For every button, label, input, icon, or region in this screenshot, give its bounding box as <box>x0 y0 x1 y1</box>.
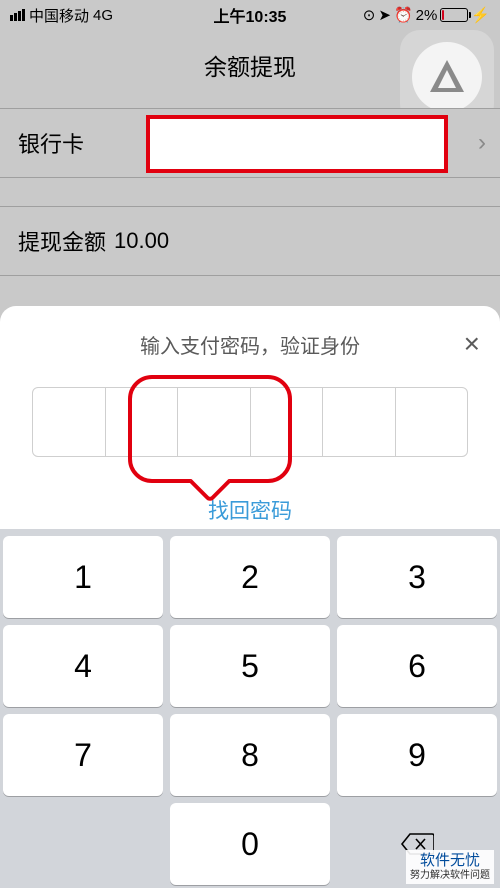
amount-label: 提现金额 <box>18 225 114 257</box>
key-empty <box>3 803 163 885</box>
location-icon: ➤ <box>378 6 391 24</box>
key-5[interactable]: 5 <box>170 625 330 707</box>
signal-icon <box>10 9 25 21</box>
key-2[interactable]: 2 <box>170 536 330 618</box>
status-left: 中国移动 4G <box>10 5 113 26</box>
pwd-cell-5 <box>323 388 396 456</box>
status-right: ⊙ ➤ ⏰ 2% ⚡ <box>363 6 490 24</box>
key-8[interactable]: 8 <box>170 714 330 796</box>
status-time: 上午10:35 <box>214 3 287 27</box>
bankcard-highlight-annotation <box>146 115 448 173</box>
alarm-icon: ⏰ <box>394 6 413 24</box>
watermark: 软件无忧 努力解决软件问题 <box>406 850 494 884</box>
modal-title: 输入支付密码，验证身份 <box>0 330 500 359</box>
key-3[interactable]: 3 <box>337 536 497 618</box>
pwd-cell-2 <box>106 388 179 456</box>
bankcard-row[interactable]: 银行卡 › <box>0 108 500 178</box>
pwd-cell-1 <box>33 388 106 456</box>
pwd-cell-4 <box>251 388 324 456</box>
carrier-name: 中国移动 <box>29 5 89 26</box>
key-0[interactable]: 0 <box>170 803 330 885</box>
battery-pct: 2% <box>416 7 438 24</box>
app-logo-icon <box>412 42 482 112</box>
key-9[interactable]: 9 <box>337 714 497 796</box>
watermark-line1: 软件无忧 <box>410 852 490 870</box>
chevron-right-icon: › <box>478 129 486 157</box>
network-type: 4G <box>93 7 113 24</box>
close-button[interactable]: × <box>464 328 480 360</box>
bankcard-label: 银行卡 <box>18 127 114 159</box>
password-modal: 输入支付密码，验证身份 × 找回密码 1 2 3 4 5 6 7 8 9 0 <box>0 306 500 888</box>
password-input[interactable] <box>32 387 468 457</box>
key-1[interactable]: 1 <box>3 536 163 618</box>
pwd-cell-6 <box>396 388 468 456</box>
numeric-keypad: 1 2 3 4 5 6 7 8 9 0 <box>0 529 500 888</box>
watermark-line2: 努力解决软件问题 <box>410 870 490 882</box>
key-6[interactable]: 6 <box>337 625 497 707</box>
amount-row[interactable]: 提现金额 10.00 <box>0 206 500 276</box>
key-7[interactable]: 7 <box>3 714 163 796</box>
pwd-cell-3 <box>178 388 251 456</box>
key-4[interactable]: 4 <box>3 625 163 707</box>
amount-value: 10.00 <box>114 228 169 254</box>
lock-icon: ⊙ <box>363 6 376 24</box>
status-bar: 中国移动 4G 上午10:35 ⊙ ➤ ⏰ 2% ⚡ <box>0 0 500 30</box>
charging-icon: ⚡ <box>471 6 490 24</box>
recover-password-link[interactable]: 找回密码 <box>0 495 500 525</box>
battery-icon <box>440 8 468 22</box>
